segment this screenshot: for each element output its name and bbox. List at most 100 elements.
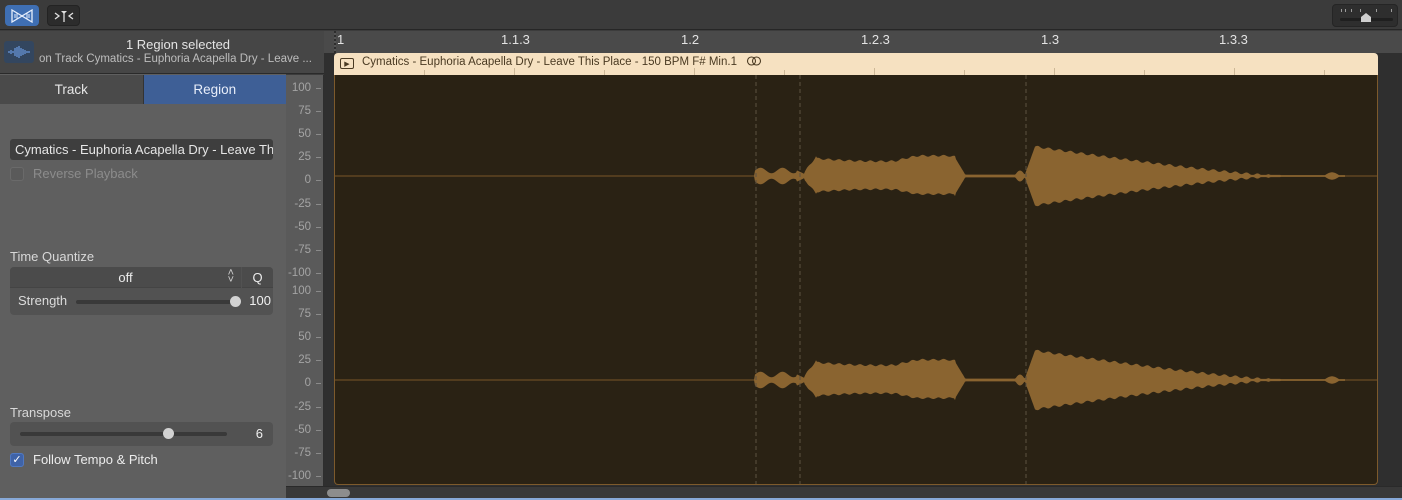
region-inspector: 1 Region selected on Track Cymatics - Eu…: [0, 31, 324, 500]
audio-editor-mode-button[interactable]: [5, 5, 39, 26]
scale-tick: [316, 383, 321, 385]
play-region-icon[interactable]: ▶: [340, 58, 354, 69]
scale-label: 50: [298, 331, 311, 344]
region-beat-tick: [1234, 68, 1235, 75]
scale-label: -25: [294, 197, 311, 210]
ruler-label: 1.2: [681, 32, 700, 47]
strength-label: Strength: [18, 293, 68, 308]
waveform-display: [335, 75, 1377, 484]
transpose-label: Transpose: [10, 405, 71, 420]
strength-value: 100: [249, 293, 271, 308]
zoom-slider-graphic: [1340, 9, 1393, 22]
ruler-label: 1: [337, 32, 345, 47]
scale-label: 50: [298, 128, 311, 141]
waveform-channel-right: [753, 349, 1345, 411]
scale-label: -50: [294, 423, 311, 436]
scale-label: 100: [291, 285, 311, 297]
amplitude-scale: 100 75 50 25 0 -25 -50 -75 -100 100 75 50 25 0 -25 -50 -…: [286, 75, 324, 486]
region-beat-tick: [514, 68, 515, 75]
scale-tick: [316, 337, 321, 339]
transpose-value: 6: [255, 426, 263, 441]
waveform-area[interactable]: [334, 75, 1378, 485]
follow-tempo-row: ✓ Follow Tempo & Pitch: [10, 452, 158, 467]
scale-tick: [316, 203, 321, 205]
inspector-header: 1 Region selected on Track Cymatics - Eu…: [0, 31, 324, 74]
audio-editor-window: 1 Region selected on Track Cymatics - Eu…: [0, 0, 1402, 500]
scale-tick: [316, 134, 321, 136]
horizontal-scroll-thumb[interactable]: [327, 489, 350, 497]
catch-playhead-button[interactable]: [47, 5, 80, 26]
waveform-zoom-slider[interactable]: [1332, 4, 1398, 27]
region-beat-tick: [1054, 68, 1055, 75]
transpose-slider-knob[interactable]: [163, 428, 175, 439]
reverse-playback-row: Reverse Playback: [10, 166, 138, 181]
scale-tick: [316, 249, 321, 251]
scale-label: 75: [298, 105, 311, 118]
scale-tick: [316, 272, 321, 274]
scale-tick: [316, 291, 321, 292]
scale-label: 100: [291, 82, 311, 94]
scale-tick: [316, 452, 321, 454]
region-name-field[interactable]: Cymatics - Euphoria Acapella Dry - Leave…: [10, 139, 273, 160]
scale-tick: [316, 111, 321, 113]
scale-tick: [316, 314, 321, 316]
tab-region[interactable]: Region: [143, 75, 286, 104]
scale-label: -100: [287, 469, 311, 482]
waveform-editor: ▶ Cymatics - Euphoria Acapella Dry - Lea…: [324, 53, 1402, 486]
follow-tempo-checkbox[interactable]: ✓: [10, 452, 24, 467]
scale-tick: [316, 429, 321, 431]
selection-title: 1 Region selected: [125, 37, 231, 52]
tab-track[interactable]: Track: [0, 75, 144, 104]
time-quantize-group: off ˄ ˅ Q Strength 100: [10, 267, 273, 315]
scale-label: 25: [298, 354, 311, 367]
strength-slider-track[interactable]: [76, 300, 236, 304]
ruler-label: 1.3: [1041, 32, 1060, 47]
transpose-group: 6: [10, 422, 273, 446]
scale-tick: [316, 226, 321, 228]
ruler-label: 1.2.3: [861, 32, 890, 47]
scale-label: -50: [294, 220, 311, 233]
scale-label: 75: [298, 308, 311, 321]
scale-tick: [316, 180, 321, 182]
checkmark-icon: ✓: [12, 454, 22, 466]
reverse-playback-label: Reverse Playback: [33, 166, 138, 181]
time-quantize-value: off: [118, 269, 133, 285]
time-quantize-select[interactable]: off ˄ ˅: [10, 267, 241, 288]
up-down-chevron-icon: ˄ ˅: [227, 267, 234, 286]
stereo-link-icon: [747, 56, 762, 66]
scale-tick: [316, 88, 321, 89]
ruler-start-marker: [334, 31, 336, 53]
scale-label: 0: [304, 377, 311, 390]
ruler-label: 1.1.3: [501, 32, 530, 47]
scale-label: -25: [294, 400, 311, 413]
region-beat-tick: [694, 68, 695, 75]
scale-tick: [316, 475, 321, 477]
follow-tempo-label: Follow Tempo & Pitch: [33, 452, 158, 467]
waveform-channel-left: [753, 145, 1345, 207]
audio-waveform-icon: [4, 41, 34, 63]
region-header[interactable]: ▶ Cymatics - Euphoria Acapella Dry - Lea…: [334, 53, 1378, 75]
scale-tick: [316, 360, 321, 362]
bar-ruler[interactable]: 1 1.1.3 1.2 1.2.3 1.3 1.3.3: [324, 31, 1402, 53]
scale-label: 25: [298, 151, 311, 164]
scale-label: 0: [304, 174, 311, 187]
reverse-playback-checkbox[interactable]: [10, 166, 24, 181]
bowtie-waveform-icon: [11, 8, 33, 23]
quantize-button[interactable]: Q: [242, 267, 273, 288]
region-title-text: Cymatics - Euphoria Acapella Dry - Leave…: [362, 56, 737, 68]
selection-subtitle: on Track Cymatics - Euphoria Acapella Dr…: [39, 53, 312, 65]
editor-toolbar: [0, 0, 1402, 30]
scale-label: -75: [294, 243, 311, 256]
region-title: Cymatics - Euphoria Acapella Dry - Leave…: [362, 56, 762, 68]
inspector-tabs: Track Region: [0, 75, 286, 104]
strength-slider-knob[interactable]: [230, 296, 241, 307]
scale-label: -100: [287, 266, 311, 279]
scale-tick: [316, 157, 321, 159]
region-beat-tick: [874, 68, 875, 75]
transpose-slider-track[interactable]: [20, 432, 227, 436]
time-quantize-label: Time Quantize: [10, 249, 95, 264]
scale-label: -75: [294, 446, 311, 459]
ruler-label: 1.3.3: [1219, 32, 1248, 47]
flex-marker-icon: [54, 10, 73, 22]
scale-tick: [316, 406, 321, 408]
